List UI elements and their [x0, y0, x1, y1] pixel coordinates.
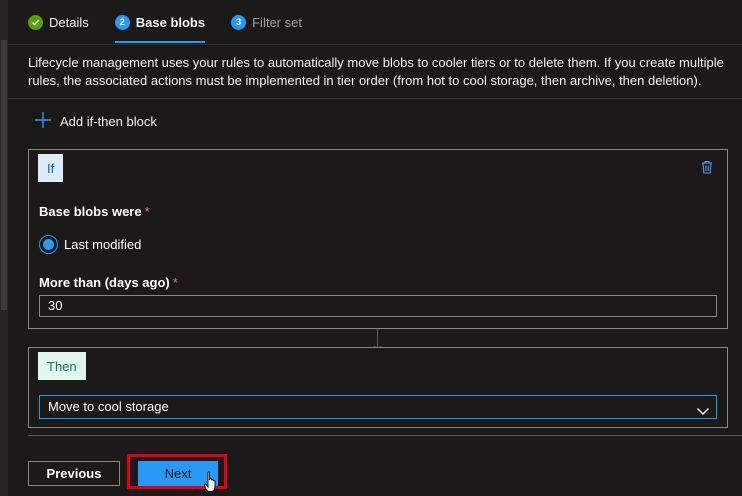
radio-selected-icon — [39, 235, 58, 254]
tab-filter-set-label: Filter set — [252, 14, 302, 30]
divider — [8, 98, 742, 99]
description-text: Lifecycle management uses your rules to … — [28, 55, 724, 88]
days-label: More than (days ago) * — [39, 275, 178, 290]
hand-cursor-icon — [203, 471, 220, 496]
add-if-then-block-label: Add if-then block — [60, 114, 157, 129]
tab-details[interactable]: Details — [28, 0, 89, 44]
tab-base-blobs[interactable]: 2 Base blobs — [114, 0, 206, 44]
add-if-then-block-button[interactable]: Add if-then block — [34, 111, 157, 132]
delete-block-button[interactable] — [701, 160, 713, 177]
tab-filter-set[interactable]: 3 Filter set — [231, 0, 302, 44]
left-scrollbar[interactable] — [0, 0, 8, 496]
required-marker: * — [144, 204, 150, 219]
days-input[interactable]: 30 — [39, 295, 717, 317]
plus-icon — [34, 111, 52, 132]
step-number-badge: 2 — [114, 14, 130, 30]
last-modified-radio[interactable]: Last modified — [39, 235, 141, 254]
checkmark-icon — [28, 14, 43, 30]
required-marker: * — [172, 275, 178, 290]
chevron-down-icon — [696, 401, 710, 423]
scrollbar-thumb[interactable] — [1, 40, 7, 310]
then-chip: Then — [38, 352, 86, 380]
action-dropdown-value: Move to cool storage — [48, 399, 169, 414]
tab-base-blobs-label: Base blobs — [135, 14, 206, 30]
tab-details-label: Details — [49, 14, 89, 30]
step-number-badge: 3 — [231, 14, 247, 30]
if-block-card: If Base blobs were * Last modified More t… — [28, 149, 728, 329]
then-block-card: Then Move to cool storage — [28, 347, 728, 428]
last-modified-label: Last modified — [64, 237, 142, 252]
divider — [28, 435, 742, 436]
base-blobs-label: Base blobs were * — [39, 204, 150, 219]
divider — [8, 44, 742, 45]
wizard-tabs: Details 2 Base blobs 3 Filter set — [28, 0, 302, 44]
trash-icon — [701, 160, 713, 177]
if-chip: If — [38, 154, 64, 182]
previous-button[interactable]: Previous — [28, 461, 120, 486]
action-dropdown[interactable]: Move to cool storage — [39, 395, 717, 419]
